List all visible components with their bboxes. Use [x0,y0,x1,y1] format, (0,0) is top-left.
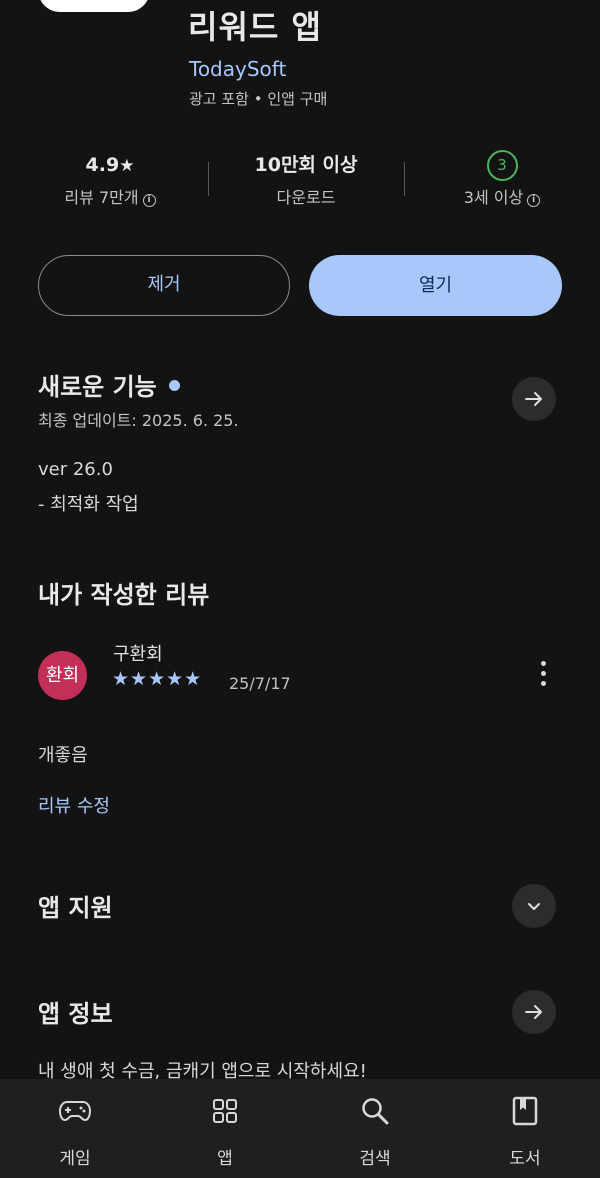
age-rating: 3세 이상 i [407,184,597,208]
nav-label: 검색 [359,1149,391,1169]
arrow-right-icon [525,1005,542,1019]
downloads-value: 10만회 이상 [254,154,358,176]
age-rating-stat[interactable]: 3 3세 이상 i [407,148,597,208]
app-info-title[interactable]: 앱 정보 [38,994,113,1029]
book-icon [507,1096,543,1126]
last-updated: 최종 업데이트: 2025. 6. 25. [38,411,239,430]
stats-divider [208,162,209,196]
rating-stat[interactable]: 4.9★ 리뷰 7만개 i [15,148,205,208]
version-text: ver 26.0 [38,459,113,480]
nav-label: 도서 [509,1149,541,1169]
release-note: - 최적화 작업 [38,494,139,515]
my-review-title: 내가 작성한 리뷰 [38,581,210,609]
app-support-title[interactable]: 앱 지원 [38,888,113,923]
nav-games[interactable]: 게임 [0,1079,150,1178]
search-icon [357,1096,393,1126]
reviews-count: 리뷰 7만개 i [15,184,205,208]
rating-value: 4.9★ [15,148,205,182]
downloads-label: 다운로드 [276,188,336,207]
downloads-stat: 10만회 이상 다운로드 [211,148,401,208]
developer-link[interactable]: TodaySoft [189,57,286,81]
new-indicator-dot [168,380,180,391]
star-icon: ★ [119,156,135,176]
info-icon: i [527,194,541,207]
app-support-expand-button[interactable] [512,884,556,928]
age-rating-badge: 3 [486,150,518,181]
uninstall-button[interactable]: 제거 [38,255,290,316]
avatar: 환회 [38,651,87,700]
review-stars: ★★★★★ [112,668,203,690]
review-date: 25/7/17 [229,674,291,693]
stats-divider [404,162,405,196]
review-text: 개좋음 [38,745,88,766]
open-button[interactable]: 열기 [309,255,562,316]
more-options-icon[interactable] [534,658,552,692]
info-icon: i [142,194,156,207]
reviewer-name: 구환회 [113,644,163,665]
arrow-right-icon [525,392,542,406]
stats-row: 4.9★ 리뷰 7만개 i 10만회 이상 다운로드 3 3세 이상 i [0,148,600,218]
reviews-label: 리뷰 7만개 [64,188,139,207]
nav-apps[interactable]: 앱 [150,1079,300,1178]
rating-number: 4.9 [85,154,120,176]
whats-new-label: 새로운 기능 [38,373,157,401]
nav-label: 앱 [217,1149,233,1169]
app-info-arrow-button[interactable] [512,990,556,1034]
app-meta: 광고 포함 • 인앱 구매 [189,90,328,108]
nav-label: 게임 [59,1149,91,1169]
nav-books[interactable]: 도서 [450,1079,600,1178]
age-label: 3세 이상 [463,188,524,207]
app-icon [38,0,150,12]
app-details-page: 리워드 앱 TodaySoft 광고 포함 • 인앱 구매 4.9★ 리뷰 7만… [0,0,600,1178]
edit-review-link[interactable]: 리뷰 수정 [38,792,110,818]
whats-new-arrow-button[interactable] [512,377,556,421]
gamepad-icon [57,1096,93,1126]
chevron-down-icon [528,903,540,910]
nav-search[interactable]: 검색 [300,1079,450,1178]
apps-grid-icon [207,1096,243,1126]
app-title: 리워드 앱 [188,8,322,46]
whats-new-title[interactable]: 새로운 기능 [38,367,180,402]
bottom-navigation: 게임 앱 검색 도서 [0,1079,600,1178]
